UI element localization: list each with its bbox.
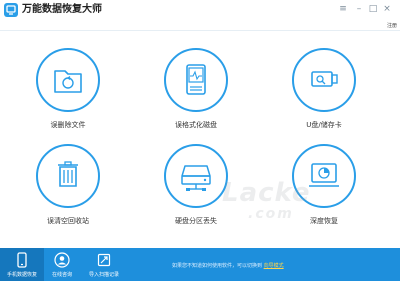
import-scan-record-button[interactable]: 导入扫描记录 xyxy=(82,248,126,281)
partition-drive-icon xyxy=(181,165,211,191)
close-button[interactable]: × xyxy=(380,2,394,16)
minimize-button[interactable]: – xyxy=(352,2,366,16)
tile-circle[interactable] xyxy=(36,144,100,208)
watermark-logo: Lacke .com xyxy=(222,178,332,228)
user-consult-icon xyxy=(54,252,70,268)
wizard-mode-link[interactable]: 向导模式 xyxy=(264,263,284,269)
usb-drive-icon xyxy=(311,71,338,87)
tile-label: 误清空回收站 xyxy=(47,217,89,225)
title-bar: 万能数据恢复大师 ≡ – □ × xyxy=(0,0,400,20)
tile-recycle-bin[interactable]: 误清空回收站 xyxy=(16,144,126,254)
phone-icon xyxy=(17,252,27,268)
tile-formatted-disk[interactable]: 误格式化磁盘 xyxy=(144,48,254,158)
tile-circle[interactable] xyxy=(292,48,356,112)
recycle-bin-icon xyxy=(58,161,78,187)
tile-usb-card[interactable]: U盘/储存卡 xyxy=(272,48,382,158)
maximize-button[interactable]: □ xyxy=(366,2,380,16)
wizard-hint: 如果您不知道如何使用软件，可以切换到 向导模式 xyxy=(172,262,284,269)
tile-label: 误删除文件 xyxy=(50,121,86,129)
app-title: 万能数据恢复大师 xyxy=(22,4,102,15)
phone-recovery-button[interactable]: 手机数据恢复 xyxy=(0,248,44,281)
import-record-icon xyxy=(97,253,111,267)
hard-disk-icon xyxy=(186,64,206,95)
wizard-hint-text: 如果您不知道如何使用软件，可以切换到 xyxy=(172,263,263,269)
bottom-item-label: 手机数据恢复 xyxy=(6,272,37,278)
watermark-subtext: .com xyxy=(248,206,294,222)
tile-circle[interactable] xyxy=(36,48,100,112)
bottom-item-label: 在线咨询 xyxy=(51,272,72,278)
bottom-item-label: 导入扫描记录 xyxy=(88,272,119,278)
online-consult-button[interactable]: 在线咨询 xyxy=(40,248,84,281)
folder-recover-icon xyxy=(54,70,82,93)
register-link[interactable]: 注册 xyxy=(387,22,397,29)
watermark-text: Lacke xyxy=(222,178,311,208)
menu-icon[interactable]: ≡ xyxy=(336,2,350,16)
tile-label: 误格式化磁盘 xyxy=(175,121,217,129)
app-logo-icon xyxy=(4,3,18,17)
tile-deleted-files[interactable]: 误删除文件 xyxy=(16,48,126,158)
header-divider xyxy=(0,30,400,31)
tile-circle[interactable] xyxy=(164,48,228,112)
tile-circle[interactable] xyxy=(164,144,228,208)
tile-label: U盘/储存卡 xyxy=(306,121,342,129)
